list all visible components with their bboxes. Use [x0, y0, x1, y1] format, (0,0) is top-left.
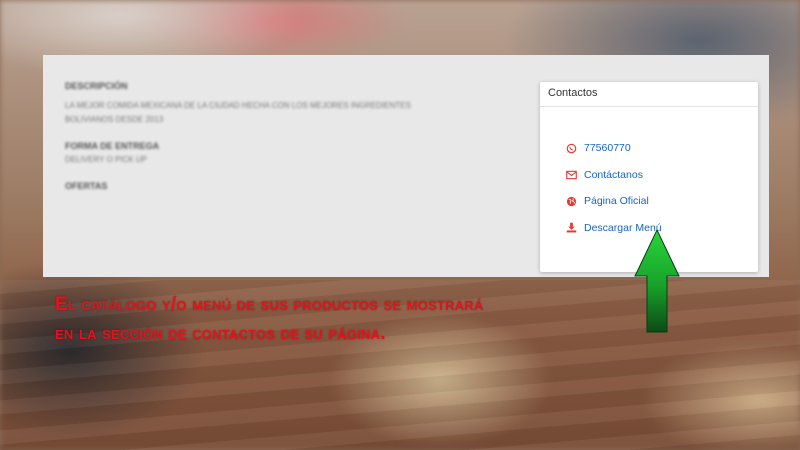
- description-text-line1: LA MEJOR COMIDA MEXICANA DE LA CIUDAD HE…: [65, 101, 411, 110]
- globe-icon: [566, 196, 584, 207]
- whatsapp-icon: [566, 143, 584, 154]
- delivery-title: FORMA DE ENTREGA: [65, 141, 160, 151]
- offers-section: OFERTAS: [65, 181, 515, 191]
- download-icon: [566, 222, 584, 233]
- info-caption: El catálogo y/o menú de sus productos se…: [55, 290, 655, 348]
- description-text-line2: BOLIVIANOS DESDE 2013: [65, 115, 164, 124]
- caption-line2: en la sección de contactos de su página.: [55, 323, 386, 344]
- contact-email-label: Contáctanos: [584, 168, 643, 181]
- contact-website-label: Página Oficial: [584, 195, 649, 208]
- envelope-icon: [566, 170, 584, 180]
- description-section: DESCRIPCIÓN LA MEJOR COMIDA MEXICANA DE …: [65, 81, 515, 127]
- description-title: DESCRIPCIÓN: [65, 81, 128, 91]
- product-info-area: DESCRIPCIÓN LA MEJOR COMIDA MEXICANA DE …: [65, 81, 515, 205]
- contact-phone-label: 77560770: [584, 142, 631, 155]
- contacts-list: 77560770 Contáctanos Página Oficial Desc…: [540, 107, 758, 241]
- contact-website-link[interactable]: Página Oficial: [566, 188, 758, 215]
- delivery-section: FORMA DE ENTREGA DELIVERY O PICK UP: [65, 141, 515, 167]
- delivery-text: DELIVERY O PICK UP: [65, 155, 147, 164]
- offers-title: OFERTAS: [65, 181, 108, 191]
- contact-phone-link[interactable]: 77560770: [566, 135, 758, 162]
- caption-line1: El catálogo y/o menú de sus productos se…: [55, 294, 484, 315]
- contacts-header: Contactos: [540, 82, 758, 107]
- contact-email-link[interactable]: Contáctanos: [566, 162, 758, 189]
